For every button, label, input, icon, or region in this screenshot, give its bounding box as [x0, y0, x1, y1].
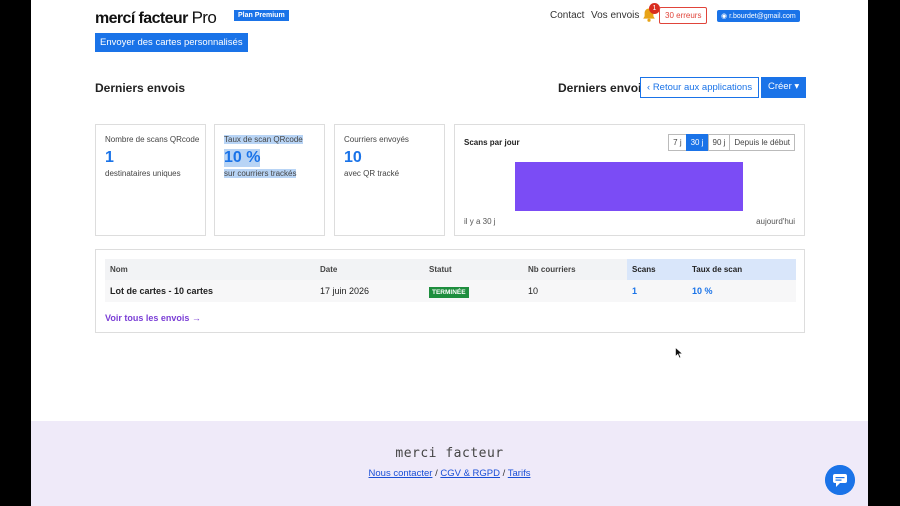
col-status: Statut: [424, 259, 523, 280]
footer-separator: /: [502, 468, 506, 479]
scans-chart: [515, 162, 743, 211]
stat-sub: sur courriers trackés: [224, 169, 297, 178]
chart-bar: [515, 162, 743, 211]
col-rate: Taux de scan: [687, 259, 796, 280]
scans-chart-card: Scans par jour 7 j 30 j 90 j Depuis le d…: [454, 124, 805, 236]
stat-label: Courriers envoyés: [344, 135, 409, 144]
table-row[interactable]: Lot de cartes - 10 cartes 17 juin 2026 T…: [105, 280, 796, 302]
row-rate: 10 %: [687, 280, 796, 302]
footer-brand: merci facteur: [395, 446, 504, 461]
footer-links: Nous contacter / CGV & RGPD / Tarifs: [31, 468, 868, 479]
footer-tarifs-link[interactable]: Tarifs: [508, 468, 531, 479]
section-title-left: Derniers envois: [95, 81, 186, 95]
back-to-apps-button[interactable]: ‹ Retour aux applications: [640, 77, 760, 98]
stat-card-scans: Nombre de scans QRcode 1 destinataires u…: [95, 124, 206, 236]
stat-card-mail-sent: Courriers envoyés 10 avec QR tracké: [334, 124, 445, 236]
stat-card-scan-rate: Taux de scan QRcode 10 % sur courriers t…: [214, 124, 325, 236]
col-count: Nb courriers: [523, 259, 627, 280]
footer: merci facteur Nous contacter / CGV & RGP…: [31, 421, 868, 506]
footer-separator: /: [435, 468, 438, 479]
back-button-label: Retour aux applications: [652, 82, 753, 93]
stat-label: Taux de scan QRcode: [224, 135, 303, 144]
range-30d-button[interactable]: 30 j: [685, 134, 709, 151]
create-button-label: Créer: [768, 81, 792, 92]
logo-pro: Pro: [191, 8, 217, 27]
sends-table-card: Nom Date Statut Nb courriers Scans Taux …: [95, 249, 805, 333]
range-selector: 7 j 30 j 90 j Depuis le début: [668, 134, 795, 151]
logo[interactable]: mercí facteur Pro: [95, 8, 217, 28]
stat-sub: destinataires uniques: [105, 169, 181, 178]
stat-label: Nombre de scans QRcode: [105, 135, 200, 144]
stat-value: 10: [344, 149, 362, 166]
row-status-cell: TERMINÉE: [424, 280, 523, 302]
page: mercí facteur Pro Plan Premium Contact V…: [31, 0, 868, 506]
user-icon: ◉: [721, 13, 730, 20]
x-axis-end-label: aujourd'hui: [756, 217, 795, 226]
footer-cgv-link[interactable]: CGV & RGPD: [440, 468, 500, 479]
table-header-row: Nom Date Statut Nb courriers Scans Taux …: [105, 259, 796, 280]
stat-sub: avec QR tracké: [344, 169, 400, 178]
errors-button[interactable]: 30 erreurs: [659, 7, 708, 24]
mouse-cursor-icon: [675, 347, 684, 359]
nav-sends[interactable]: Vos envois: [591, 10, 639, 21]
chart-title: Scans par jour: [464, 138, 520, 147]
chat-button[interactable]: [825, 465, 855, 495]
col-date: Date: [315, 259, 424, 280]
stat-value: 1: [105, 149, 114, 166]
logo-main: mercí facteur: [95, 10, 188, 27]
row-scans: 1: [627, 280, 687, 302]
user-email: r.bourdet@gmail.com: [729, 13, 796, 20]
range-90d-button[interactable]: 90 j: [707, 134, 731, 151]
range-7d-button[interactable]: 7 j: [668, 134, 687, 151]
caret-down-icon: ▾: [791, 81, 800, 92]
row-date: 17 juin 2026: [315, 280, 424, 302]
section-title-right: Derniers envois: [558, 81, 649, 95]
send-cards-button[interactable]: Envoyer des cartes personnalisés: [95, 33, 248, 52]
x-axis-start-label: il y a 30 j: [464, 217, 496, 226]
status-badge: TERMINÉE: [429, 287, 469, 298]
col-scans: Scans: [627, 259, 687, 280]
nav-contact[interactable]: Contact: [550, 10, 584, 21]
range-all-button[interactable]: Depuis le début: [729, 134, 795, 151]
col-name: Nom: [105, 259, 315, 280]
row-count: 10: [523, 280, 627, 302]
plan-badge: Plan Premium: [234, 10, 289, 21]
row-name[interactable]: Lot de cartes - 10 cartes: [105, 280, 315, 302]
see-all-sends-link[interactable]: Voir tous les envois →: [105, 313, 201, 323]
user-button[interactable]: ◉ r.bourdet@gmail.com: [717, 10, 800, 22]
stat-value: 10 %: [224, 149, 261, 167]
create-button[interactable]: Créer ▾: [761, 77, 807, 98]
sends-table: Nom Date Statut Nb courriers Scans Taux …: [105, 259, 796, 302]
footer-contact-link[interactable]: Nous contacter: [369, 468, 433, 479]
